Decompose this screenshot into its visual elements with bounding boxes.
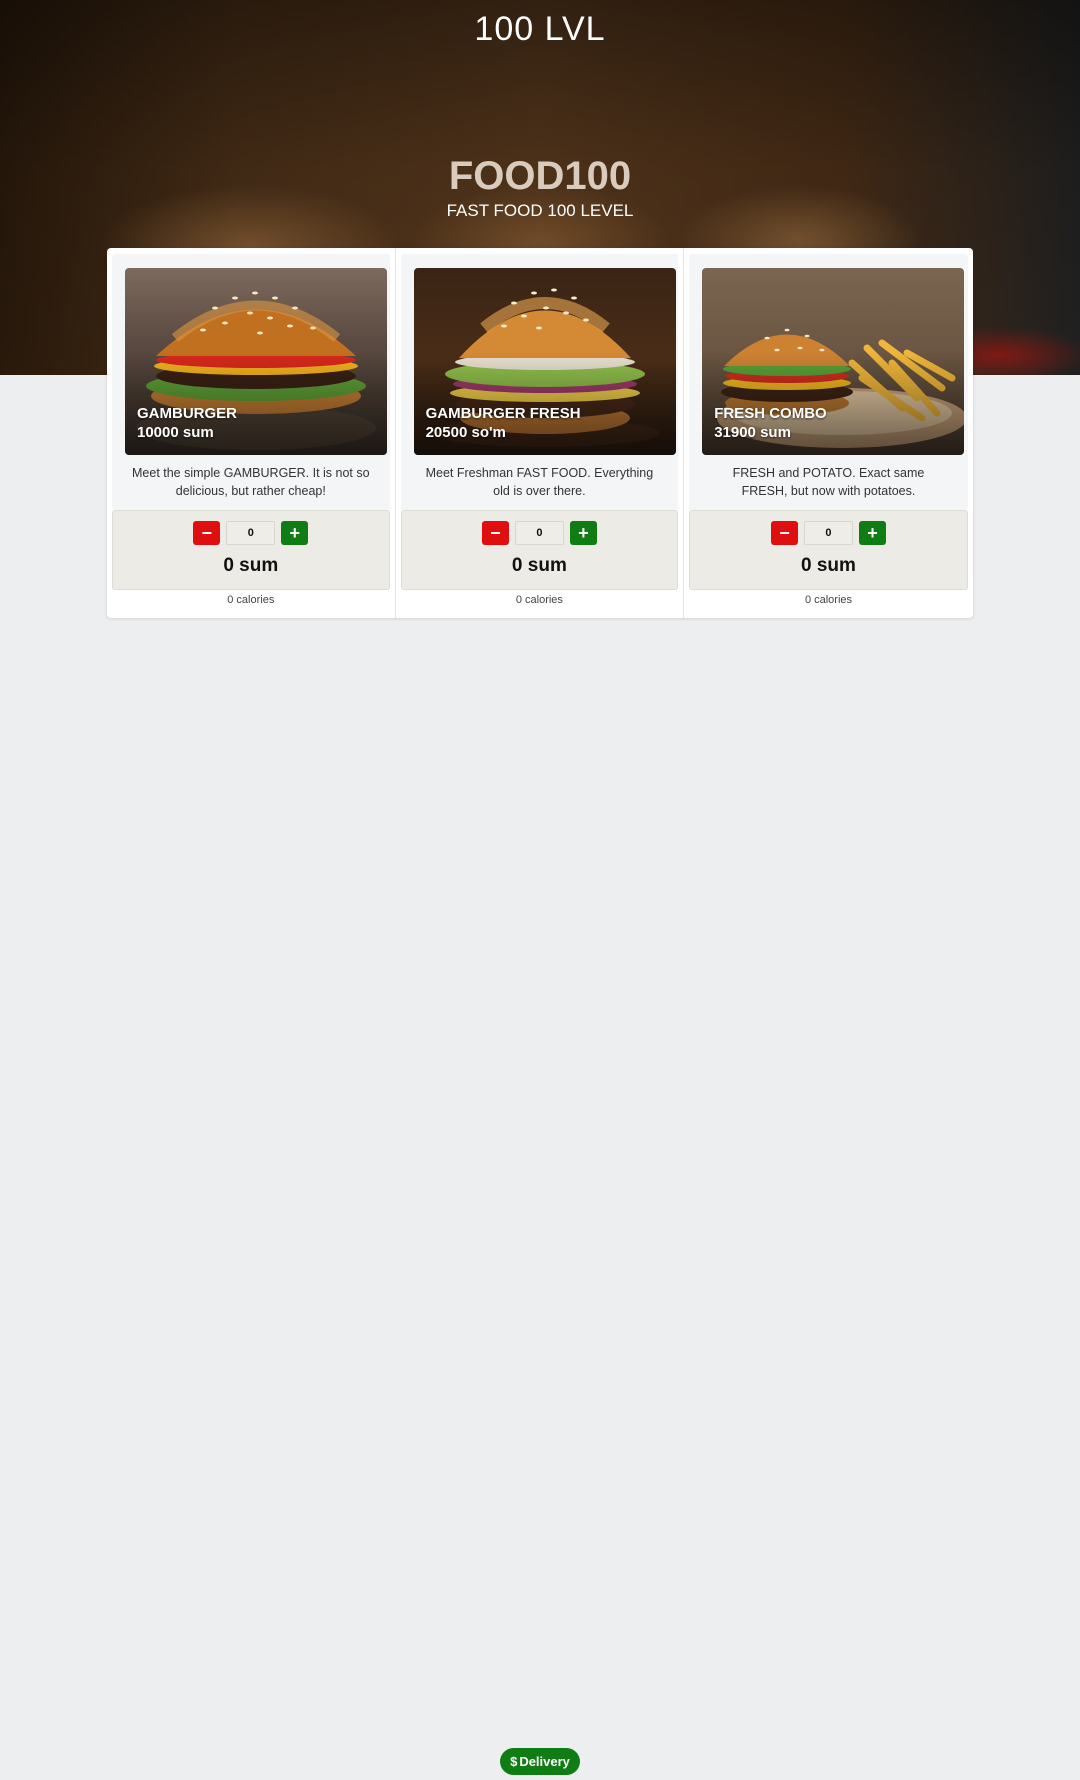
- product-card-gamburger: GAMBURGER 10000 sum Meet the simple GAMB…: [107, 248, 396, 618]
- quantity-stepper: − +: [402, 521, 678, 545]
- order-box: − + 0 sum: [400, 510, 679, 590]
- decrease-button[interactable]: −: [770, 521, 798, 545]
- product-calories: 0 calories: [804, 594, 853, 606]
- product-card-header: GAMBURGER 10000 sum Meet the simple GAMB…: [112, 254, 390, 510]
- product-total: 0 sum: [511, 555, 567, 576]
- decrease-button[interactable]: −: [193, 521, 221, 545]
- product-calories: 0 calories: [515, 594, 563, 606]
- product-total: 0 sum: [223, 555, 279, 576]
- quantity-stepper: − +: [690, 521, 967, 545]
- product-total: 0 sum: [801, 555, 856, 576]
- product-card-header: GAMBURGER FRESH 20500 so'm Meet Freshman…: [400, 254, 679, 510]
- brand-title: FOOD100: [448, 154, 632, 198]
- product-description: FRESH and POTATO. Exact same FRESH, but …: [732, 466, 925, 498]
- product-card-fresh-combo: FRESH COMBO 31900 sum FRESH and POTATO. …: [684, 248, 973, 618]
- decrease-button[interactable]: −: [481, 521, 509, 545]
- increase-button[interactable]: +: [569, 521, 597, 545]
- quantity-stepper: − +: [113, 521, 389, 545]
- product-name: GAMBURGER FRESH: [425, 405, 581, 422]
- product-card-header: FRESH COMBO 31900 sum FRESH and POTATO. …: [689, 254, 968, 510]
- product-description: Meet the simple GAMBURGER. It is not so …: [132, 466, 370, 498]
- brand-subtitle: FAST FOOD 100 LEVEL: [446, 201, 634, 220]
- product-panel: GAMBURGER 10000 sum Meet the simple GAMB…: [107, 248, 973, 618]
- order-box: − + 0 sum: [689, 510, 968, 590]
- product-price: 10000 sum: [137, 424, 214, 441]
- combo-photo: FRESH COMBO 31900 sum: [702, 268, 965, 455]
- increase-button[interactable]: +: [858, 521, 886, 545]
- delivery-button[interactable]: $ Delivery: [500, 1748, 580, 1775]
- product-name: GAMBURGER: [137, 405, 237, 422]
- burger-fresh-photo: GAMBURGER FRESH 20500 so'm: [413, 268, 676, 455]
- product-name: FRESH COMBO: [714, 405, 827, 422]
- quantity-input[interactable]: [226, 521, 276, 545]
- dollar-icon: $: [510, 1754, 518, 1769]
- product-description: Meet Freshman FAST FOOD. Everything old …: [425, 466, 654, 498]
- order-box: − + 0 sum: [112, 510, 390, 590]
- quantity-input[interactable]: [514, 521, 564, 545]
- product-price: 20500 so'm: [425, 424, 506, 441]
- burger-photo: GAMBURGER 10000 sum: [125, 268, 387, 455]
- quantity-input[interactable]: [803, 521, 853, 545]
- product-calories: 0 calories: [227, 594, 275, 606]
- delivery-label: Delivery: [519, 1754, 570, 1769]
- product-price: 31900 sum: [714, 424, 791, 441]
- site-title: 100 LVL: [474, 10, 606, 48]
- product-card-gamburger-fresh: GAMBURGER FRESH 20500 so'm Meet Freshman…: [396, 248, 685, 618]
- increase-button[interactable]: +: [281, 521, 309, 545]
